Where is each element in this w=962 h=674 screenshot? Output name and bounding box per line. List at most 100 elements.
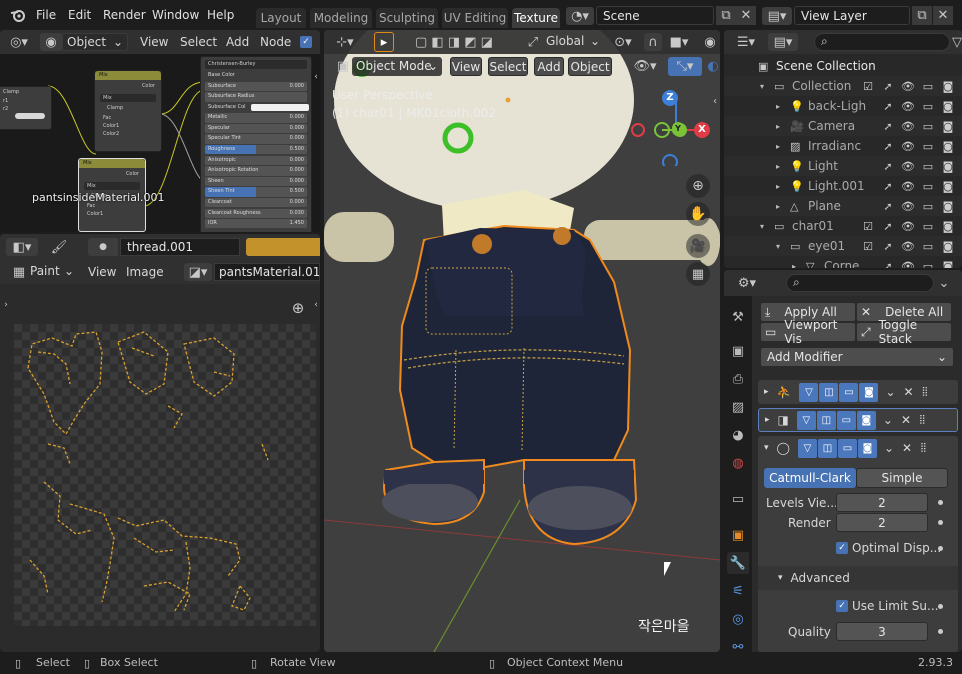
mix-node-mode[interactable]: Mix	[84, 182, 140, 190]
monitor-icon[interactable]: ▭	[920, 179, 936, 193]
3d-viewport[interactable]: ⊹▾ ▸ ▢ ◧ ◨ ◩ ◪ ⤢ Global ⌄ ⊙▾ ∩ ■▾ ◉ ▣ Obj…	[324, 30, 720, 652]
view-layer-tab-icon[interactable]: ▨	[727, 396, 749, 418]
toggle-stack-button[interactable]: ⤢ Toggle Stack	[856, 318, 952, 346]
camera-render-icon[interactable]: ◙	[940, 159, 956, 173]
edit-cage-icon[interactable]: ▽	[796, 410, 816, 430]
subsurface-color-swatch[interactable]	[251, 103, 309, 111]
expand-arrow-icon[interactable]: ▸	[765, 415, 770, 425]
selectable-arrow-icon[interactable]: ➚	[880, 139, 896, 153]
exclude-checkbox-icon[interactable]	[860, 179, 876, 193]
pan-hand-icon[interactable]: ✋	[686, 202, 710, 226]
gizmo-z-axis[interactable]: Z	[662, 90, 678, 106]
keyframe-dot-icon[interactable]	[938, 629, 943, 634]
edit-mode-icon[interactable]: ◫	[817, 438, 837, 458]
transform-orientation-select[interactable]: Global ⌄	[542, 33, 602, 51]
exclude-checkbox-icon[interactable]: ☑	[860, 219, 876, 233]
quality-field[interactable]: 3	[836, 622, 928, 641]
proportional-edit-icon[interactable]: ◉	[702, 33, 718, 51]
camera-render-icon[interactable]: ◙	[940, 99, 956, 113]
close-icon[interactable]: ✕	[904, 385, 914, 399]
keyframe-dot-icon[interactable]	[938, 604, 943, 609]
bsdf-row[interactable]: Subsurface 0.000	[205, 81, 307, 91]
expand-arrow-icon[interactable]: ▾	[760, 82, 764, 91]
outliner-row[interactable]: ▣ Scene Collection	[724, 56, 962, 76]
bsdf-distribution-select[interactable]: Christensen-Burley	[205, 60, 307, 69]
outliner-row[interactable]: ▸ 🎥 Camera ➚ 👁 ▭ ◙	[724, 116, 962, 136]
realtime-icon[interactable]: ▭	[837, 438, 857, 458]
selectable-arrow-icon[interactable]: ➚	[880, 199, 896, 213]
node-menu-select[interactable]: Select	[180, 35, 217, 49]
viewport-menu-object[interactable]: Object	[568, 57, 612, 76]
chevron-down-icon[interactable]: ⌄	[885, 385, 895, 399]
copy-view-layer-icon[interactable]: ⧉	[912, 6, 932, 25]
edit-cage-icon[interactable]: ▽	[799, 382, 819, 402]
selectable-arrow-icon[interactable]: ➚	[880, 179, 896, 193]
particles-tab-icon[interactable]: ⚟	[727, 580, 749, 602]
monitor-icon[interactable]: ▭	[920, 79, 936, 93]
overlay-icon[interactable]: ◐	[706, 57, 720, 76]
render-icon[interactable]: ◙	[857, 438, 877, 458]
eye-icon[interactable]: 👁	[900, 219, 916, 233]
paint-mode-icon[interactable]: ▦	[10, 263, 28, 281]
levels-viewport-field[interactable]: 2	[836, 493, 928, 512]
subdivision-header[interactable]: ▾ ◯ ▽ ◫ ▭ ◙ ⌄ ✕ ⣿	[758, 436, 958, 460]
constraints-tab-icon[interactable]: ⚯	[727, 636, 749, 653]
expand-arrow-icon[interactable]: ▸	[776, 162, 780, 171]
editor-type-icon[interactable]: ☰▾	[732, 33, 760, 51]
camera-render-icon[interactable]: ◙	[940, 239, 956, 253]
modifier-panel-armature[interactable]: ▸ ⛹ ▽ ◫ ▭ ◙ ⌄ ✕ ⣿	[758, 380, 958, 404]
bsdf-row[interactable]: Anisotropic Rotation 0.000	[205, 166, 307, 176]
exclude-checkbox-icon[interactable]: ☑	[860, 79, 876, 93]
box-select-mode-icon[interactable]: ▢ ◧ ◨ ◩ ◪	[412, 33, 496, 51]
chevron-down-icon[interactable]: ⌄	[883, 413, 893, 427]
optimal-display-checkbox[interactable]: ✓	[836, 542, 848, 554]
edit-mode-icon[interactable]: ◫	[816, 410, 836, 430]
mode-icon[interactable]: ▣	[334, 57, 352, 75]
shader-type-icon[interactable]: ◉	[40, 33, 62, 51]
expand-arrow-icon[interactable]: ▾	[764, 443, 769, 453]
bsdf-row[interactable]: Subsurface Radius	[205, 92, 307, 102]
monitor-icon[interactable]: ▭	[920, 159, 936, 173]
chevron-down-icon[interactable]: ⌄	[884, 441, 894, 455]
selectable-arrow-icon[interactable]: ➚	[880, 99, 896, 113]
select-tool-icon[interactable]: ▸	[374, 32, 394, 52]
viewport-vis-button[interactable]: ▭ Viewport Vis	[760, 318, 856, 346]
properties-search-input[interactable]: ⌕	[786, 274, 934, 292]
use-nodes-checkbox[interactable]: ✓	[300, 36, 312, 48]
outliner-row[interactable]: ▾ ▭ Collection ☑ ➚ 👁 ▭ ◙	[724, 76, 962, 96]
eye-icon[interactable]: 👁	[900, 259, 916, 269]
snap-target-icon[interactable]: ■▾	[664, 33, 694, 51]
monitor-icon[interactable]: ▭	[920, 119, 936, 133]
camera-render-icon[interactable]: ◙	[940, 179, 956, 193]
image-name-field[interactable]: thread.001	[120, 238, 240, 256]
edit-mode-icon[interactable]: ◫	[819, 382, 839, 402]
drag-handle-icon[interactable]: ⣿	[920, 443, 927, 453]
bsdf-row[interactable]: IOR 1.450	[205, 219, 307, 229]
viewport-menu-add[interactable]: Add	[534, 57, 564, 76]
filter-icon[interactable]: ▽	[950, 33, 962, 51]
drag-handle-icon[interactable]: ⣿	[919, 415, 926, 425]
catmull-clark-tab[interactable]: Catmull-Clark	[764, 468, 856, 488]
scene-icon[interactable]: ◔▾	[566, 7, 594, 25]
bsdf-row[interactable]: Specular Tint 0.000	[205, 134, 307, 144]
bsdf-row[interactable]: Clearcoat 0.000	[205, 197, 307, 208]
menu-render[interactable]: Render	[103, 8, 146, 22]
camera-render-icon[interactable]: ◙	[940, 199, 956, 213]
bsdf-row[interactable]: Roughness 0.500	[205, 145, 307, 155]
bsdf-row[interactable]: Clearcoat Roughness 0.030	[205, 208, 307, 218]
object-mode-select[interactable]: Object Mode ⌄	[352, 57, 442, 76]
texture-canvas[interactable]	[14, 324, 316, 626]
close-icon[interactable]: ✕	[901, 413, 911, 427]
chevron-down-icon[interactable]: ⌄	[936, 274, 952, 292]
edit-cage-icon[interactable]: ▽	[797, 438, 817, 458]
exclude-checkbox-icon[interactable]	[860, 199, 876, 213]
monitor-icon[interactable]: ▭	[920, 219, 936, 233]
modifier-panel-solidify[interactable]: ▸ ◨ ▽ ◫ ▭ ◙ ⌄ ✕ ⣿	[758, 408, 958, 432]
selectable-arrow-icon[interactable]: ➚	[880, 159, 896, 173]
tool-tab-icon[interactable]: ⚒	[727, 306, 749, 328]
selectable-arrow-icon[interactable]: ➚	[880, 79, 896, 93]
expand-arrow-icon[interactable]: ▾	[776, 242, 780, 251]
eye-icon[interactable]: 👁	[900, 99, 916, 113]
camera-render-icon[interactable]: ◙	[940, 79, 956, 93]
sidebar-toggle-icon[interactable]: ›	[2, 298, 10, 312]
